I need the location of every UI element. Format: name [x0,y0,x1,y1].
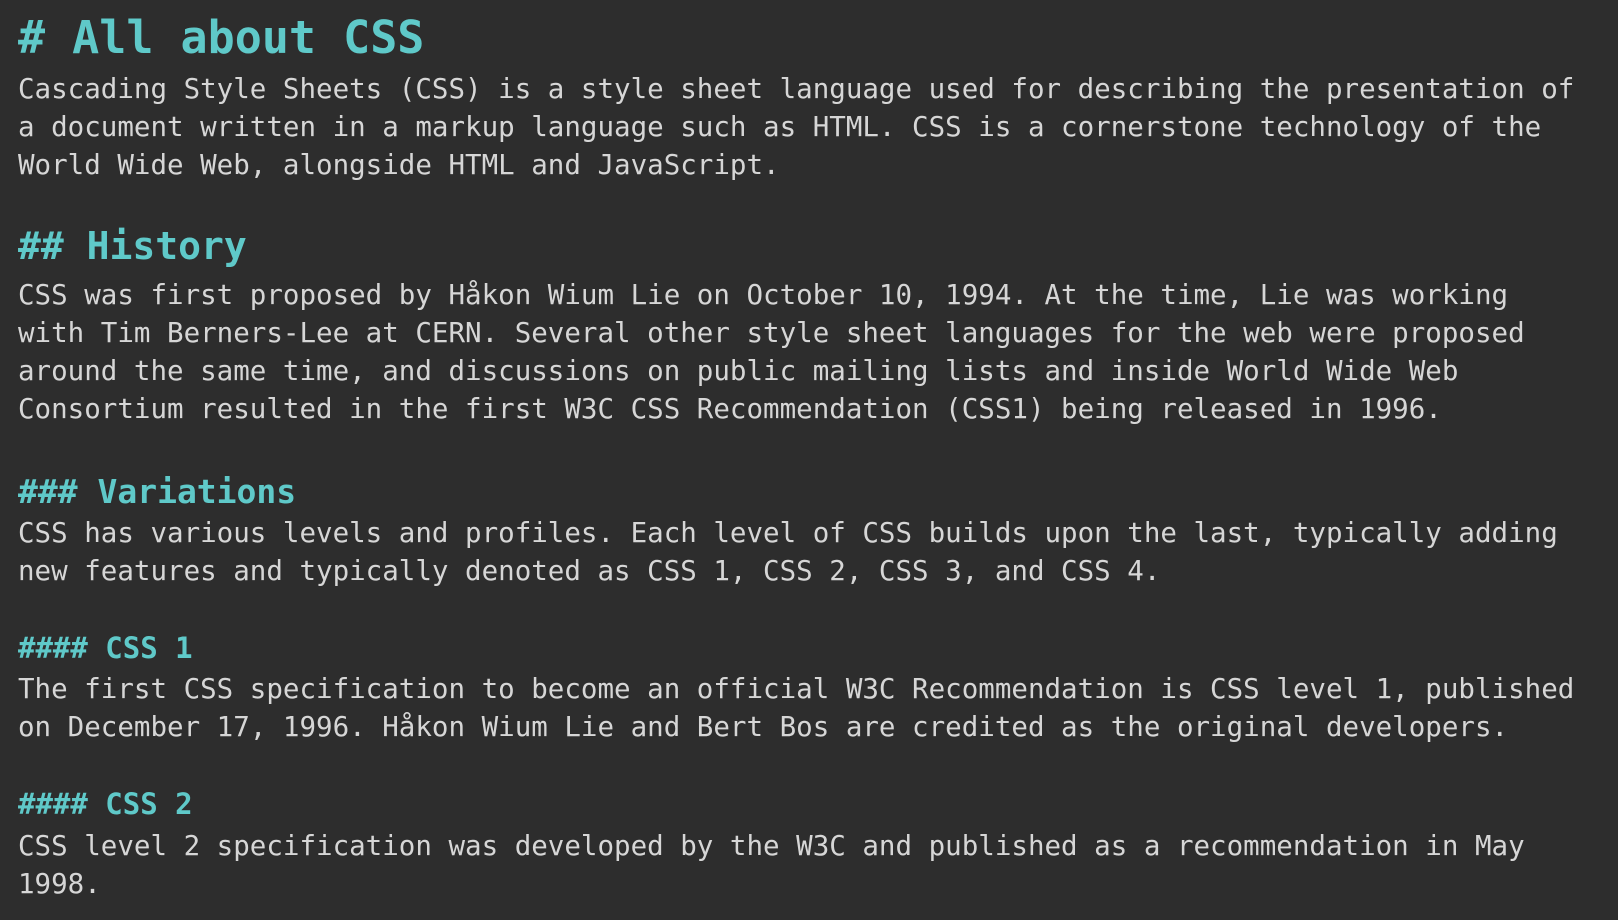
history-paragraph: CSS was first proposed by Håkon Wium Lie… [18,276,1525,428]
css2-line: CSS level 2 specification was developed … [18,830,1525,862]
section-heading-css1: #### CSS 1 [18,631,193,665]
variations-line: new features and typically denoted as CS… [18,555,1161,587]
css1-line: The first CSS specification to become an… [18,673,1575,705]
history-line: Consortium resulted in the first W3C CSS… [18,393,1442,425]
intro-line: World Wide Web, alongside HTML and JavaS… [18,149,780,181]
section-heading-css2: #### CSS 2 [18,787,193,821]
page-title: # All about CSS [18,11,425,64]
history-line: CSS was first proposed by Håkon Wium Lie… [18,279,1509,311]
history-line: around the same time, and discussions on… [18,355,1459,387]
section-heading-history: ## History [18,224,247,268]
variations-line: CSS has various levels and profiles. Eac… [18,517,1558,549]
section-heading-variations: ### Variations [18,472,297,511]
history-line: with Tim Berners-Lee at CERN. Several ot… [18,317,1525,349]
variations-paragraph: CSS has various levels and profiles. Eac… [18,514,1558,590]
intro-line: Cascading Style Sheets (CSS) is a style … [18,73,1575,105]
intro-paragraph: Cascading Style Sheets (CSS) is a style … [18,70,1574,184]
css2-line: 1998. [18,868,101,900]
css1-paragraph: The first CSS specification to become an… [18,670,1574,746]
css1-line: on December 17, 1996. Håkon Wium Lie and… [18,711,1509,743]
intro-line: a document written in a markup language … [18,111,1542,143]
css2-paragraph: CSS level 2 specification was developed … [18,827,1525,903]
